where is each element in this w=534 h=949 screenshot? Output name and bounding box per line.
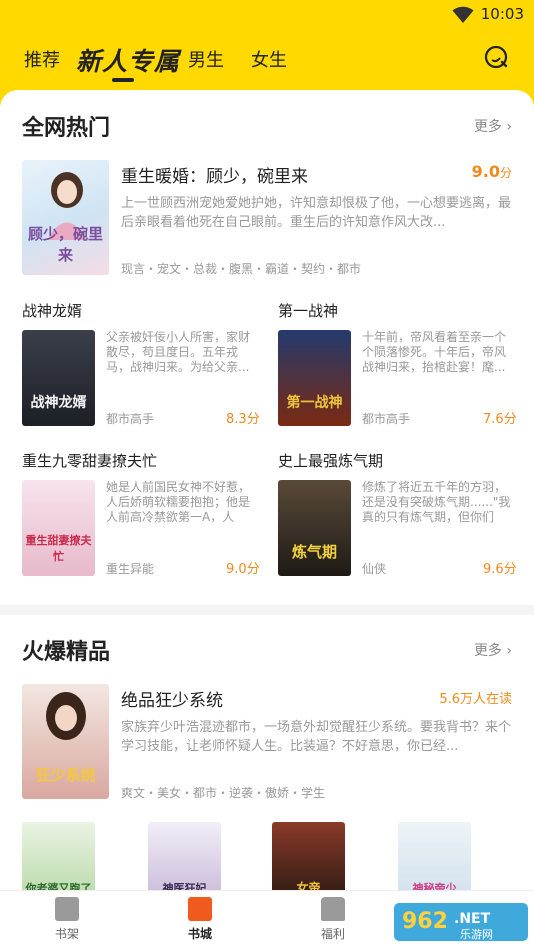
book-cover[interactable]: 炼气期 bbox=[278, 480, 351, 576]
svg-text:乐游网: 乐游网 bbox=[460, 928, 493, 941]
book-title[interactable]: 战神龙婿 bbox=[22, 300, 82, 321]
book-cover[interactable]: 你老婆又跑了 bbox=[22, 822, 95, 890]
section-divider bbox=[0, 605, 534, 615]
tab-male[interactable]: 男生 bbox=[188, 46, 224, 72]
watermark-logo: 962 .NET 乐游网 bbox=[394, 901, 528, 943]
book-description: 父亲被奸佞小人所害，家财散尽，苟且度日。五年戎马，战神归来。为给父亲... bbox=[106, 330, 251, 374]
tab-recommend[interactable]: 推荐 bbox=[24, 46, 60, 72]
book-tag: 仙侠 bbox=[362, 562, 387, 576]
book-description: 修炼了将近五千年的方羽，还是没有突破炼气期......"我真的只有炼气期，但你们… bbox=[362, 480, 511, 524]
book-tags: 爽文・美女・都市・逆袭・傲娇・学生 bbox=[121, 786, 326, 800]
cover-title: 战神龙婿 bbox=[30, 395, 87, 411]
book-cover[interactable]: 第一战神 bbox=[278, 330, 351, 426]
svg-text:962: 962 bbox=[402, 909, 448, 934]
watermark-art: 962 .NET 乐游网 bbox=[394, 903, 528, 941]
book-description: 她是人前国民女神不好惹，人后娇萌软糯要抱抱；他是人前高冷禁欲第一A，人后... bbox=[106, 480, 251, 524]
book-title[interactable]: 重生九零甜妻撩夫忙 bbox=[22, 450, 157, 471]
nav-welfare[interactable]: 福利 bbox=[303, 897, 363, 942]
cover-title: 女帝 bbox=[296, 881, 321, 890]
book-description: 上一世顾西洲宠她爱她护她，许知意却恨极了他，一心想要逃离，最后亲眼看着他死在自己… bbox=[121, 196, 511, 230]
book-title[interactable]: 第一战神 bbox=[278, 300, 338, 321]
bottom-nav: 书架 书城 福利 962 .NET 乐游网 bbox=[0, 890, 534, 949]
cover-title: 神医狂妃 bbox=[162, 882, 207, 890]
cover-title: 重生甜妻撩夫忙 bbox=[25, 534, 92, 563]
book-score: 7.6分 bbox=[483, 412, 517, 427]
nav-bookstore[interactable]: 书城 bbox=[170, 897, 230, 942]
book-tag: 重生异能 bbox=[106, 562, 155, 576]
book-score: 9.0分 bbox=[226, 562, 260, 577]
status-time: 10:03 bbox=[480, 5, 524, 23]
more-link-premium[interactable]: 更多 › bbox=[474, 640, 512, 660]
book-description: 十年前，帝风看着至亲一个个陨落惨死。十年后，帝风战神归来，抬棺赴宴！麾... bbox=[362, 330, 507, 374]
status-bar: 10:03 bbox=[0, 0, 534, 30]
cover-title: 第一战神 bbox=[286, 395, 343, 411]
book-cover[interactable]: 神秘帝少 bbox=[398, 822, 471, 890]
svg-text:.NET: .NET bbox=[454, 911, 491, 927]
book-title[interactable]: 重生暖婚：顾少，碗里来 bbox=[121, 162, 308, 187]
tab-female[interactable]: 女生 bbox=[251, 46, 287, 72]
book-tag: 都市高手 bbox=[362, 412, 411, 426]
book-cover[interactable]: 狂少系统 bbox=[22, 684, 109, 799]
cover-title: 神秘帝少 bbox=[412, 882, 457, 890]
book-score: 8.3分 bbox=[226, 412, 260, 427]
book-cover[interactable]: 顾少，碗里来 bbox=[22, 160, 109, 275]
tab-newcomer[interactable]: 新人专属 bbox=[76, 42, 180, 78]
book-score: 9.6分 bbox=[483, 562, 517, 577]
book-score: 9.0分 bbox=[471, 162, 512, 181]
book-cover[interactable]: 神医狂妃 bbox=[148, 822, 221, 890]
wifi-icon bbox=[452, 6, 474, 23]
book-cover[interactable]: 战神龙婿 bbox=[22, 330, 95, 426]
readers-count: 5.6万人在读 bbox=[439, 692, 512, 707]
search-icon[interactable] bbox=[484, 45, 510, 71]
book-title[interactable]: 绝品狂少系统 bbox=[121, 686, 223, 711]
bookstore-icon bbox=[188, 897, 212, 921]
gift-icon bbox=[321, 897, 345, 921]
bookshelf-icon bbox=[55, 897, 79, 921]
section-title-hot: 全网热门 bbox=[22, 116, 111, 141]
cover-title: 你老婆又跑了 bbox=[25, 882, 92, 890]
book-cover[interactable]: 女帝 bbox=[272, 822, 345, 890]
more-link-hot[interactable]: 更多 › bbox=[474, 116, 512, 136]
cover-title: 狂少系统 bbox=[35, 766, 96, 784]
book-cover[interactable]: 重生甜妻撩夫忙 bbox=[22, 480, 95, 576]
book-title[interactable]: 史上最强炼气期 bbox=[278, 450, 383, 471]
book-tags: 现言・宠文・总裁・腹黑・霸道・契约・都市 bbox=[121, 262, 362, 276]
main-content: 全网热门 更多 › 顾少，碗里来 重生暖婚：顾少，碗里来 9.0分 上一世顾西洲… bbox=[0, 90, 534, 890]
nav-bookshelf[interactable]: 书架 bbox=[37, 897, 97, 942]
active-tab-indicator bbox=[112, 78, 134, 82]
book-tag: 都市高手 bbox=[106, 412, 155, 426]
cover-title: 顾少，碗里来 bbox=[27, 225, 103, 264]
book-description: 家族弃少叶浩混迹都市，一场意外却觉醒狂少系统。要我背书？来个学习技能，让老师怀疑… bbox=[121, 720, 511, 754]
section-title-premium: 火爆精品 bbox=[22, 640, 111, 665]
cover-title: 炼气期 bbox=[291, 543, 337, 561]
top-tabs: 推荐 新人专属 男生 女生 bbox=[0, 30, 534, 90]
